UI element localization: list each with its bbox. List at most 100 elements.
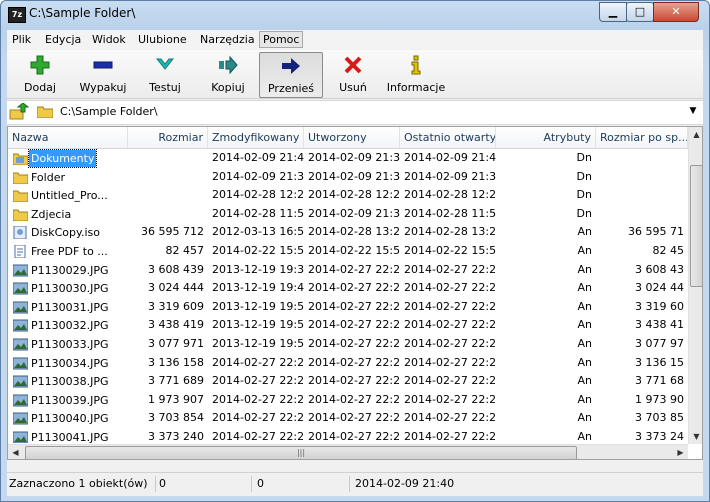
table-row[interactable]: P1130031.JPG 3 319 609 2013-12-19 19:50 201… — [8, 298, 688, 317]
toolbar: Dodaj Wypakuj Testuj Kopiuj Przenieś Usu… — [7, 50, 703, 99]
folder-icon — [13, 209, 28, 221]
file-name-cell[interactable]: P1130034.JPG — [10, 355, 128, 372]
file-list[interactable]: Nazwa Rozmiar Zmodyfikowany Utworzony Os… — [7, 126, 703, 460]
menu-plik[interactable]: Plik — [9, 32, 34, 47]
copy-button[interactable]: Kopiuj — [199, 52, 257, 96]
menu-bar: Plik Edycja Widok Ulubione Narzędzia Pom… — [7, 30, 703, 49]
file-packed-size: 1 973 90 — [635, 392, 684, 406]
column-name[interactable]: Nazwa — [8, 127, 128, 148]
close-button[interactable]: ✕ — [653, 2, 699, 22]
column-modified[interactable]: Zmodyfikowany — [208, 127, 304, 148]
image-file-icon — [13, 412, 28, 425]
file-name-cell[interactable]: P1130039.JPG — [10, 392, 128, 409]
file-name-cell[interactable]: DiskCopy.iso — [10, 224, 128, 241]
column-accessed[interactable]: Ostatnio otwarty — [400, 127, 496, 148]
file-created: 2014-02-28 12:22 — [308, 188, 400, 202]
file-name-cell[interactable]: P1130038.JPG — [10, 373, 128, 390]
extract-button[interactable]: Wypakuj — [71, 52, 135, 96]
file-name: P1130031.JPG — [31, 300, 109, 314]
disc-image-icon — [13, 226, 27, 240]
file-packed-size: 82 45 — [652, 244, 685, 257]
file-created: 2014-02-27 22:24 — [308, 299, 400, 313]
file-name-cell[interactable]: Untitled_Pro... — [10, 187, 128, 204]
column-created[interactable]: Utworzony — [304, 127, 400, 148]
table-row[interactable]: P1130041.JPG 3 373 240 2014-02-27 22:24 201… — [8, 428, 688, 443]
horizontal-scroll-thumb[interactable]: ||| — [25, 446, 577, 459]
file-name: Free PDF to ... — [31, 245, 108, 258]
file-name-cell[interactable]: P1130029.JPG — [10, 262, 128, 279]
file-name: P1130029.JPG — [31, 263, 109, 277]
table-row[interactable]: P1130038.JPG 3 771 689 2014-02-27 22:24 201… — [8, 372, 688, 391]
table-row[interactable]: Untitled_Pro... 2014-02-28 12:22 2014-02-2… — [8, 186, 688, 205]
file-name-cell[interactable]: P1130030.JPG — [10, 280, 128, 297]
column-attributes[interactable]: Atrybuty — [496, 127, 596, 148]
file-name-cell[interactable]: Dokumenty — [10, 149, 128, 168]
file-name-cell[interactable]: P1130040.JPG — [10, 410, 128, 427]
file-name-cell[interactable]: Free PDF to ... — [10, 243, 128, 260]
vertical-scroll-thumb[interactable] — [690, 165, 702, 287]
table-row[interactable]: Folder 2014-02-09 21:38 2014-02-09 21:38 20… — [8, 168, 688, 187]
address-path-input[interactable]: C:\Sample Folder\ — [60, 105, 158, 118]
scroll-down-icon[interactable]: ▼ — [689, 429, 702, 444]
file-accessed: 2014-02-27 22:24 — [404, 355, 496, 369]
test-button[interactable]: Testuj — [137, 52, 193, 96]
horizontal-scrollbar[interactable]: ◀ ||| ▶ — [8, 444, 688, 459]
vertical-scrollbar[interactable]: ▲ ▼ — [688, 127, 702, 444]
table-row[interactable]: P1130040.JPG 3 703 854 2014-02-27 22:24 201… — [8, 409, 688, 428]
table-row[interactable]: P1130033.JPG 3 077 971 2013-12-19 19:55 201… — [8, 335, 688, 354]
file-packed-size: 3 438 41 — [635, 318, 684, 332]
table-row[interactable]: Free PDF to ... 82 457 2014-02-22 15:51 201… — [8, 242, 688, 261]
file-packed-size: 3 703 85 — [635, 411, 684, 425]
add-button[interactable]: Dodaj — [11, 52, 69, 96]
table-row[interactable]: P1130030.JPG 3 024 444 2013-12-19 19:40 201… — [8, 279, 688, 298]
folder-icon — [13, 190, 28, 203]
file-name-cell[interactable]: Zdjecia — [10, 206, 128, 223]
menu-pomoc[interactable]: Pomoc — [259, 31, 304, 48]
table-row[interactable]: P1130034.JPG 3 136 158 2014-02-27 22:24 201… — [8, 354, 688, 373]
menu-widok[interactable]: Widok — [89, 32, 129, 47]
file-size: 3 771 689 — [148, 374, 204, 388]
maximize-button[interactable]: □ — [626, 2, 654, 22]
table-row[interactable]: P1130039.JPG 1 973 907 2014-02-27 22:24 201… — [8, 391, 688, 410]
file-name-cell[interactable]: P1130032.JPG — [10, 317, 128, 334]
up-folder-button[interactable] — [9, 102, 30, 121]
file-name-cell[interactable]: Folder — [10, 169, 128, 186]
app-7zip-icon[interactable]: 7z — [8, 7, 26, 23]
column-size[interactable]: Rozmiar — [128, 127, 208, 148]
menu-ulubione[interactable]: Ulubione — [135, 32, 190, 47]
table-row[interactable]: Zdjecia 2014-02-28 11:57 2014-02-09 21:38 2… — [8, 205, 688, 224]
file-packed-size: 3 077 97 — [635, 337, 684, 350]
file-created: 2014-02-09 21:38 — [308, 151, 400, 164]
scroll-up-icon[interactable]: ▲ — [689, 127, 702, 142]
move-button[interactable]: Przenieś — [259, 52, 323, 98]
file-attributes: Dn — [576, 151, 592, 164]
menu-edycja[interactable]: Edycja — [42, 32, 84, 47]
scroll-right-icon[interactable]: ▶ — [673, 445, 688, 459]
file-packed-size: 3 319 60 — [635, 299, 684, 313]
title-bar[interactable]: 7z C:\Sample Folder\ ▁ □ ✕ — [1, 1, 709, 29]
chevron-down-icon[interactable]: ▼ — [687, 106, 699, 118]
minimize-button[interactable]: ▁ — [599, 2, 627, 22]
table-row[interactable]: P1130029.JPG 3 608 439 2013-12-19 19:39 201… — [8, 261, 688, 280]
file-name-cell[interactable]: P1130031.JPG — [10, 299, 128, 316]
column-packed-size[interactable]: Rozmiar po sp... — [596, 127, 688, 148]
table-row[interactable]: P1130032.JPG 3 438 419 2013-12-19 19:51 201… — [8, 316, 688, 335]
file-modified: 2014-02-27 22:24 — [212, 355, 304, 369]
delete-button[interactable]: Usuń — [327, 52, 379, 96]
file-packed-size: 3 608 43 — [635, 262, 684, 276]
minimize-icon: ▁ — [608, 5, 618, 18]
file-modified: 2013-12-19 19:50 — [212, 299, 304, 313]
image-file-icon — [13, 282, 28, 295]
table-row[interactable]: Dokumenty 2014-02-09 21:40 2014-02-09 21:3… — [8, 149, 688, 168]
info-button[interactable]: Informacje — [383, 52, 449, 96]
menu-narzedzia[interactable]: Narzędzia — [197, 32, 258, 47]
minus-icon — [93, 61, 113, 69]
file-name-cell[interactable]: P1130041.JPG — [10, 429, 128, 443]
file-name-cell[interactable]: P1130033.JPG — [10, 336, 128, 353]
file-modified: 2014-02-09 21:40 — [212, 151, 304, 164]
table-row[interactable]: DiskCopy.iso 36 595 712 2012-03-13 16:54 20… — [8, 223, 688, 242]
file-rows: Dokumenty 2014-02-09 21:40 2014-02-09 21:3… — [8, 149, 688, 443]
folder-icon — [13, 172, 28, 184]
status-date: 2014-02-09 21:40 — [355, 477, 455, 490]
scroll-left-icon[interactable]: ◀ — [8, 445, 23, 459]
